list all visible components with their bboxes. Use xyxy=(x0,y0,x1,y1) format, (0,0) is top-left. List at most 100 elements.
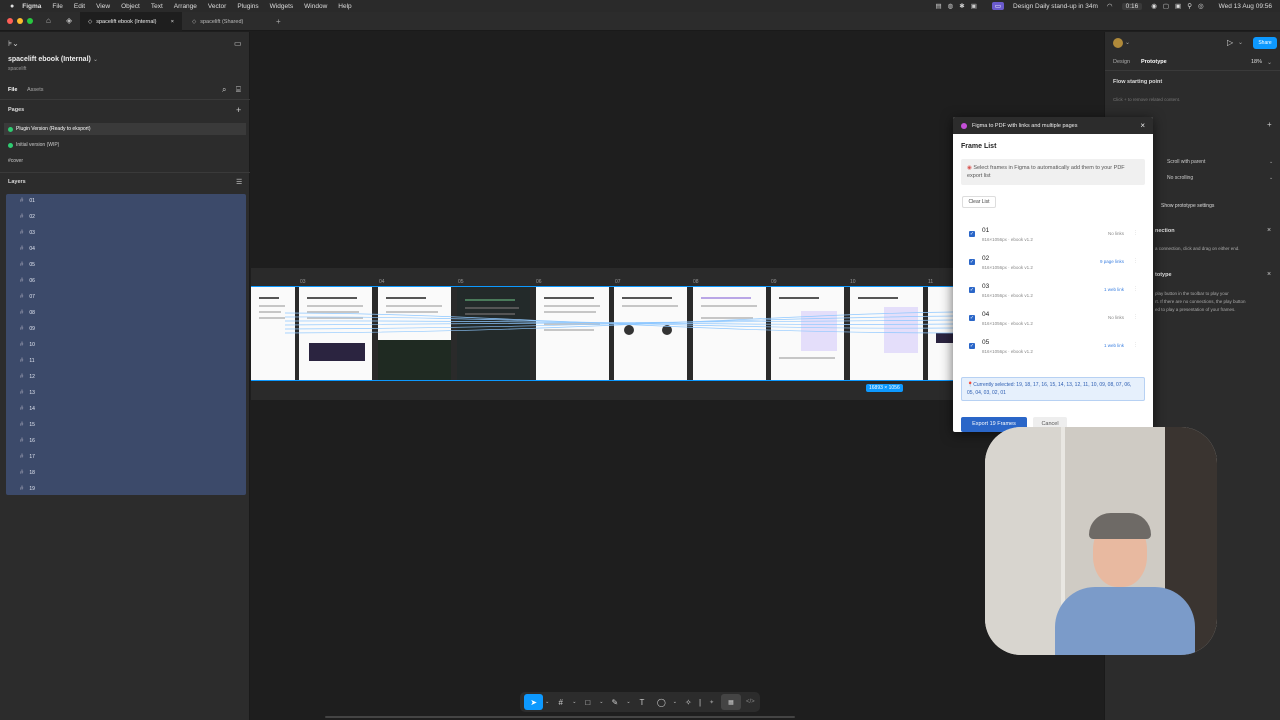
tab-spacelift-shared[interactable]: ◇ spacelift (Shared) xyxy=(184,12,274,31)
share-button[interactable]: Share xyxy=(1253,37,1277,49)
close-icon[interactable]: × xyxy=(1267,271,1271,278)
maximize-window-button[interactable] xyxy=(27,18,33,24)
layer-row[interactable]: #15 xyxy=(20,417,35,433)
home-icon[interactable]: ⌂ xyxy=(46,16,51,25)
frame-row[interactable]: ✓ 01 816×1056px · ebook v1.2 No links ⋮ xyxy=(962,225,1144,251)
new-tab-icon[interactable]: + xyxy=(276,17,281,26)
frame-checkbox[interactable]: ✓ xyxy=(969,231,975,237)
chevron-down-icon[interactable]: ⌄ xyxy=(1125,39,1130,46)
menu-view[interactable]: View xyxy=(96,3,110,10)
clock[interactable]: Wed 13 Aug 09:56 xyxy=(1219,3,1272,10)
menu-file[interactable]: File xyxy=(52,3,62,10)
show-prototype-settings-button[interactable]: Show prototype settings xyxy=(1161,203,1214,209)
frame-row[interactable]: ✓ 03 816×1056px · ebook v1.2 1 web link … xyxy=(962,281,1144,307)
close-window-button[interactable] xyxy=(7,18,13,24)
community-icon[interactable]: ◈ xyxy=(66,16,72,25)
chevron-down-icon[interactable]: ⌄ xyxy=(671,694,679,710)
layer-row[interactable]: #01 xyxy=(20,193,35,209)
dev-mode-icon[interactable]: </> xyxy=(741,694,760,710)
close-icon[interactable]: × xyxy=(1267,227,1271,234)
layer-row[interactable]: #10 xyxy=(20,337,35,353)
menu-edit[interactable]: Edit xyxy=(74,3,85,10)
wifi-icon[interactable]: ◠ xyxy=(1107,2,1113,10)
scroll-behavior-select[interactable]: Scroll with parent xyxy=(1167,159,1205,165)
frame-tool-icon[interactable]: # xyxy=(551,694,570,710)
add-icon[interactable]: + xyxy=(1267,120,1272,129)
tab-design[interactable]: Design xyxy=(1113,59,1130,65)
toggle-sidebar-icon[interactable]: ▭ xyxy=(234,39,242,48)
status-icons[interactable]: ▤◍✱▣ xyxy=(935,2,982,10)
remove-frame-icon[interactable]: ⋮ xyxy=(1133,314,1138,320)
page-item-plugin-version[interactable]: Plugin Version (Ready to eksport) xyxy=(4,123,246,135)
zoom-level[interactable]: 18% xyxy=(1251,59,1262,65)
remove-frame-icon[interactable]: ⋮ xyxy=(1133,258,1138,264)
frame-checkbox[interactable]: ✓ xyxy=(969,259,975,265)
menu-arrange[interactable]: Arrange xyxy=(174,3,197,10)
menu-text[interactable]: Text xyxy=(151,3,163,10)
menu-widgets[interactable]: Widgets xyxy=(270,3,293,10)
close-icon[interactable]: × xyxy=(1140,121,1145,130)
layer-row[interactable]: #05 xyxy=(20,257,35,273)
play-icon[interactable]: ▷ xyxy=(1227,38,1233,47)
minimize-window-button[interactable] xyxy=(17,18,23,24)
chevron-down-icon[interactable]: ⌄ xyxy=(1267,59,1272,66)
actions-icon[interactable]: ✧ xyxy=(679,694,698,710)
tab-file[interactable]: File xyxy=(8,87,17,93)
library-icon[interactable]: ⌸ xyxy=(236,85,241,95)
menu-object[interactable]: Object xyxy=(121,3,140,10)
page-item-initial-version[interactable]: Initial version (WIP) xyxy=(4,139,59,151)
layer-row[interactable]: #03 xyxy=(20,225,35,241)
layer-row[interactable]: #02 xyxy=(20,209,35,225)
tab-assets[interactable]: Assets xyxy=(27,87,44,93)
remove-frame-icon[interactable]: ⋮ xyxy=(1133,342,1138,348)
menu-help[interactable]: Help xyxy=(338,3,351,10)
search-icon[interactable]: ⌕ xyxy=(222,85,226,95)
text-tool-icon[interactable]: T xyxy=(632,694,651,710)
design-mode-icon[interactable]: ✦ xyxy=(702,694,721,710)
tab-spacelift-ebook[interactable]: ◇ spacelift ebook (Internal) × xyxy=(80,12,182,31)
apple-icon[interactable]: ● xyxy=(10,3,14,10)
frame-checkbox[interactable]: ✓ xyxy=(969,315,975,321)
menubar-extra-icons[interactable]: ◉▢▣⚲◎ xyxy=(1151,2,1209,10)
chevron-down-icon[interactable]: ⌄ xyxy=(1269,159,1273,165)
remove-frame-icon[interactable]: ⋮ xyxy=(1133,230,1138,236)
frame-checkbox[interactable]: ✓ xyxy=(969,287,975,293)
scrolling-select[interactable]: No scrolling xyxy=(1167,175,1193,181)
chevron-down-icon[interactable]: ⌄ xyxy=(625,694,633,710)
layer-row[interactable]: #13 xyxy=(20,385,35,401)
main-menu-icon[interactable]: ⊧⌄ xyxy=(8,39,19,48)
layer-row[interactable]: #19 xyxy=(20,481,35,497)
menu-app-name[interactable]: Figma xyxy=(22,3,41,10)
frame-checkbox[interactable]: ✓ xyxy=(969,343,975,349)
meeting-reminder[interactable]: Design Daily stand-up in 34m xyxy=(1013,3,1098,10)
plugin-dialog-header[interactable]: Figma to PDF with links and multiple pag… xyxy=(953,117,1153,134)
chevron-down-icon[interactable]: ⌄ xyxy=(1238,39,1243,46)
close-tab-icon[interactable]: × xyxy=(171,19,174,25)
chevron-down-icon[interactable]: ⌄ xyxy=(543,694,551,710)
frame-row[interactable]: ✓ 04 816×1056px · ebook v1.2 No links ⋮ xyxy=(962,309,1144,335)
avatar[interactable] xyxy=(1113,38,1123,48)
frame-row[interactable]: ✓ 02 816×1056px · ebook v1.2 9 page link… xyxy=(962,253,1144,279)
chevron-down-icon[interactable]: ⌄ xyxy=(598,694,606,710)
layer-row[interactable]: #11 xyxy=(20,353,35,369)
frame-row[interactable]: ✓ 05 816×1056px · ebook v1.2 1 web link … xyxy=(962,337,1144,363)
layer-row[interactable]: #04 xyxy=(20,241,35,257)
shape-tool-icon[interactable]: □ xyxy=(578,694,597,710)
remove-frame-icon[interactable]: ⋮ xyxy=(1133,286,1138,292)
layers-list-icon[interactable]: ☰ xyxy=(236,178,242,186)
add-page-icon[interactable]: + xyxy=(236,105,241,115)
layer-row[interactable]: #17 xyxy=(20,449,35,465)
chevron-down-icon[interactable]: ⌄ xyxy=(1269,175,1273,181)
menu-vector[interactable]: Vector xyxy=(208,3,226,10)
horizontal-scrollbar[interactable] xyxy=(325,716,795,718)
layer-row[interactable]: #09 xyxy=(20,321,35,337)
comment-tool-icon[interactable]: ◯ xyxy=(652,694,671,710)
file-title[interactable]: spacelift ebook (Internal) xyxy=(8,56,91,63)
layer-row[interactable]: #07 xyxy=(20,289,35,305)
chevron-down-icon[interactable]: ⌄ xyxy=(93,56,98,63)
clear-list-button[interactable]: Clear List xyxy=(962,196,996,208)
prototype-mode-icon[interactable]: ▦ xyxy=(721,694,741,710)
chevron-down-icon[interactable]: ⌄ xyxy=(570,694,578,710)
tab-prototype[interactable]: Prototype xyxy=(1141,59,1167,65)
frame-list[interactable]: ✓ 01 816×1056px · ebook v1.2 No links ⋮ … xyxy=(962,217,1144,367)
